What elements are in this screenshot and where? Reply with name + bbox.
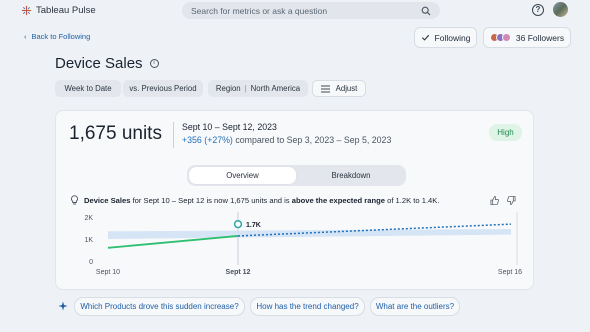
insight-body-2: of 1.2K to 1.4K. xyxy=(385,195,440,205)
suggestion-chip[interactable]: What are the outliers? xyxy=(370,297,460,316)
thumbs-up-icon[interactable] xyxy=(490,196,499,205)
tab-breakdown[interactable]: Breakdown xyxy=(298,167,404,184)
filter-comparison[interactable]: vs. Previous Period xyxy=(123,80,203,97)
suggestion-label: How has the trend changed? xyxy=(256,302,359,311)
following-label: Following xyxy=(434,32,471,43)
data-label: 1.7K xyxy=(246,222,261,229)
check-icon xyxy=(421,34,429,41)
y-tick-label: 2K xyxy=(84,215,93,222)
insight-metric: Device Sales xyxy=(84,195,131,205)
filter-region-separator: | xyxy=(244,84,247,93)
tableau-logo-icon xyxy=(21,5,32,16)
info-icon[interactable]: i xyxy=(149,59,159,68)
adjust-button[interactable]: Adjust xyxy=(312,80,366,97)
filter-region-value: North America xyxy=(250,84,301,93)
lightbulb-icon xyxy=(71,195,78,205)
filter-time-range-label: Week to Date xyxy=(64,84,112,93)
trend-chart: 0 1K 2K 1.7K Sept 10 Sept 12 Sept 16 xyxy=(84,212,522,276)
feedback xyxy=(490,196,516,205)
tab-overview-label: Overview xyxy=(226,171,259,180)
adjust-label: Adjust xyxy=(335,84,358,93)
filter-region[interactable]: Region | North America xyxy=(208,80,308,97)
filter-time-range[interactable]: Week to Date xyxy=(55,80,121,97)
y-tick-label: 0 xyxy=(89,259,93,266)
suggestion-chip[interactable]: How has the trend changed? xyxy=(250,297,365,316)
divider xyxy=(173,122,174,148)
user-avatar[interactable] xyxy=(553,2,568,17)
chevron-left-icon: ‹ xyxy=(24,32,27,41)
app-name: Tableau Pulse xyxy=(36,5,96,16)
metric-title: Device Sales xyxy=(55,55,143,72)
help-icon[interactable]: ? xyxy=(532,4,544,16)
sparkle-icon xyxy=(58,301,68,311)
suggestion-label: Which Products drove this sudden increas… xyxy=(80,302,239,311)
metric-card: 1,675 units Sept 10 – Sept 12, 2023 +356… xyxy=(55,110,534,290)
page-title: Device Sales i xyxy=(55,55,159,72)
date-range: Sept 10 – Sept 12, 2023 xyxy=(182,122,277,132)
search-icon xyxy=(421,6,431,15)
delta-value: +356 (+27%) xyxy=(182,135,233,145)
filter-comparison-label: vs. Previous Period xyxy=(129,84,197,93)
y-tick-label: 1K xyxy=(84,237,93,244)
back-label: Back to Following xyxy=(31,32,91,41)
tab-breakdown-label: Breakdown xyxy=(331,171,371,180)
top-bar: Tableau Pulse Search for metrics or ask … xyxy=(0,0,590,22)
app-logo[interactable]: Tableau Pulse xyxy=(21,5,96,16)
x-tick-label: Sept 10 xyxy=(96,269,120,276)
follower-avatars xyxy=(489,33,511,42)
data-point xyxy=(233,220,243,229)
back-link[interactable]: ‹ Back to Following xyxy=(24,32,90,41)
suggestion-chip[interactable]: Which Products drove this sudden increas… xyxy=(74,297,245,316)
filter-region-prefix: Region xyxy=(215,84,241,93)
expected-range-band xyxy=(108,229,511,239)
metric-value: 1,675 units xyxy=(69,123,162,144)
followers-button[interactable]: 36 Followers xyxy=(483,27,571,48)
insight-text: Device Sales for Sept 10 – Sept 12 is no… xyxy=(70,195,510,205)
tab-overview[interactable]: Overview xyxy=(189,167,296,184)
list-icon xyxy=(320,85,330,92)
x-tick-label: Sept 12 xyxy=(226,269,251,276)
x-tick-label: Sept 16 xyxy=(498,269,522,276)
thumbs-down-icon[interactable] xyxy=(507,196,516,205)
comparison-text: +356 (+27%) compared to Sep 3, 2023 – Se… xyxy=(182,135,391,145)
following-button[interactable]: Following xyxy=(414,27,477,48)
search-input[interactable]: Search for metrics or ask a question xyxy=(182,2,440,19)
suggestion-label: What are the outliers? xyxy=(375,302,455,311)
insight-emphasis: above the expected range xyxy=(291,195,385,205)
search-placeholder: Search for metrics or ask a question xyxy=(191,5,328,16)
insight-body-1: for Sept 10 – Sept 12 is now 1,675 units… xyxy=(130,195,292,205)
comparison-period: compared to Sep 3, 2023 – Sep 5, 2023 xyxy=(232,135,392,145)
followers-label: 36 Followers xyxy=(515,32,565,43)
view-tabs: Overview Breakdown xyxy=(187,165,406,186)
status-badge: High xyxy=(489,124,522,141)
